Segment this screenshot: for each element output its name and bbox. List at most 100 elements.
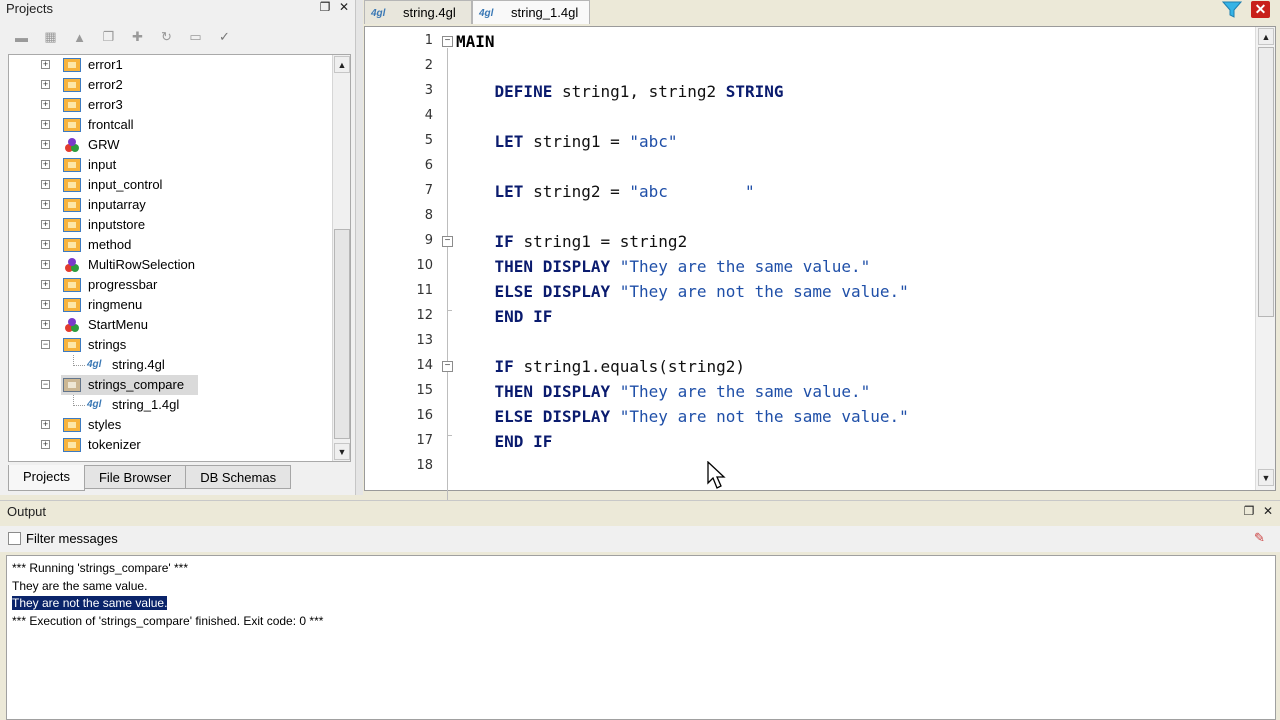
tree-item[interactable]: + tokenizer xyxy=(9,435,332,455)
group-icon xyxy=(63,318,81,332)
tree-item[interactable]: + error1 xyxy=(9,55,332,75)
scroll-down-icon[interactable]: ▼ xyxy=(1258,469,1274,486)
tree-item-label: MultiRowSelection xyxy=(88,257,195,272)
tree-item[interactable]: + GRW xyxy=(9,135,332,155)
copy-icon[interactable]: ❐ xyxy=(97,27,120,47)
add-file-icon[interactable]: ✚ xyxy=(126,27,149,47)
expand-icon[interactable]: + xyxy=(41,260,50,269)
tree-item-label: error3 xyxy=(88,97,123,112)
expand-icon[interactable]: + xyxy=(41,100,50,109)
tree-item[interactable]: + error3 xyxy=(9,95,332,115)
tree-item[interactable]: 4gl string.4gl xyxy=(9,355,332,375)
close-panel-icon[interactable]: ✕ xyxy=(1261,504,1275,518)
code-line[interactable]: DEFINE string1, string2 STRING xyxy=(456,82,784,101)
tree-item[interactable]: + progressbar xyxy=(9,275,332,295)
tree-item[interactable]: + input xyxy=(9,155,332,175)
fold-toggle-icon[interactable]: − xyxy=(442,361,453,372)
refresh-icon[interactable]: ↻ xyxy=(155,27,178,47)
tree-item[interactable]: + StartMenu xyxy=(9,315,332,335)
tree-item[interactable]: + MultiRowSelection xyxy=(9,255,332,275)
tree-item[interactable]: + styles xyxy=(9,415,332,435)
tree-scroll-thumb[interactable] xyxy=(334,229,350,439)
float-panel-icon[interactable]: ❐ xyxy=(1242,504,1256,518)
code-line[interactable]: ELSE DISPLAY "They are not the same valu… xyxy=(456,282,909,301)
expand-icon[interactable]: + xyxy=(41,60,50,69)
code-line[interactable]: THEN DISPLAY "They are the same value." xyxy=(456,382,871,401)
code-text: string1.equals(string2) xyxy=(523,357,745,376)
clear-output-icon[interactable]: ✎ xyxy=(1254,530,1265,546)
link-icon[interactable]: ▭ xyxy=(184,27,207,47)
output-line[interactable]: *** Execution of 'strings_compare' finis… xyxy=(12,614,323,628)
tree-item[interactable]: + inputarray xyxy=(9,195,332,215)
checkmark-icon[interactable]: ✓ xyxy=(213,27,236,47)
keyword: MAIN xyxy=(456,32,495,51)
fold-toggle-icon[interactable]: − xyxy=(442,236,453,247)
expand-icon[interactable]: + xyxy=(41,440,50,449)
expand-icon[interactable]: + xyxy=(41,180,50,189)
tree-item[interactable]: + error2 xyxy=(9,75,332,95)
filter-messages-checkbox[interactable] xyxy=(8,532,21,545)
scroll-up-icon[interactable]: ▲ xyxy=(334,56,350,73)
code-line[interactable]: THEN DISPLAY "They are the same value." xyxy=(456,257,871,276)
code-line[interactable]: IF string1 = string2 xyxy=(456,232,688,251)
code-line[interactable]: LET string2 = "abc " xyxy=(456,182,755,201)
expand-icon[interactable]: + xyxy=(41,280,50,289)
build-icon[interactable]: ▬ xyxy=(10,27,33,47)
fold-toggle-icon[interactable]: − xyxy=(442,36,453,47)
code-line[interactable]: END IF xyxy=(456,432,553,451)
filter-icon[interactable] xyxy=(1222,1,1242,18)
scroll-down-icon[interactable]: ▼ xyxy=(334,443,350,460)
scroll-up-icon[interactable]: ▲ xyxy=(1258,28,1274,45)
output-line[interactable]: They are the same value. xyxy=(12,579,147,593)
editor-scroll-thumb[interactable] xyxy=(1258,47,1274,317)
tree-scrollbar[interactable]: ▲ ▼ xyxy=(332,55,350,461)
tree-item[interactable]: + inputstore xyxy=(9,215,332,235)
import-icon[interactable]: ▲ xyxy=(68,27,91,47)
line-number: 2 xyxy=(424,58,433,73)
close-panel-icon[interactable]: ✕ xyxy=(337,0,351,14)
tree-item[interactable]: + method xyxy=(9,235,332,255)
output-line[interactable]: *** Running 'strings_compare' *** xyxy=(12,561,188,575)
folder-icon xyxy=(63,158,81,172)
tree-item[interactable]: + ringmenu xyxy=(9,295,332,315)
tree-item[interactable]: 4gl string_1.4gl xyxy=(9,395,332,415)
editor-scrollbar[interactable]: ▲ ▼ xyxy=(1255,27,1275,490)
collapse-icon[interactable]: − xyxy=(41,380,50,389)
code-line[interactable]: LET string1 = "abc" xyxy=(456,132,678,151)
new-project-icon[interactable]: ▦ xyxy=(39,27,62,47)
vertical-splitter[interactable] xyxy=(355,0,363,495)
code-line[interactable]: ELSE DISPLAY "They are not the same valu… xyxy=(456,407,909,426)
expand-icon[interactable]: + xyxy=(41,220,50,229)
tab-projects[interactable]: Projects xyxy=(8,465,85,491)
expand-icon[interactable]: + xyxy=(41,240,50,249)
expand-icon[interactable]: + xyxy=(41,80,50,89)
tree-item-label: inputstore xyxy=(88,217,146,232)
code-line[interactable]: MAIN xyxy=(456,32,495,51)
float-panel-icon[interactable]: ❐ xyxy=(318,0,332,14)
code-line[interactable]: END IF xyxy=(456,307,553,326)
tree-item[interactable]: − strings xyxy=(9,335,332,355)
tab-file-browser[interactable]: File Browser xyxy=(83,465,187,489)
tab-string-1-4gl[interactable]: 4gl string_1.4gl xyxy=(472,0,590,24)
collapse-icon[interactable]: − xyxy=(41,340,50,349)
output-line[interactable]: They are not the same value. xyxy=(12,596,168,610)
expand-icon[interactable]: + xyxy=(41,300,50,309)
code-editor[interactable]: 1 2 3 4 5 6 7 8 9 10 11 12 13 14 15 16 17 18− − − MAIN DEFI… xyxy=(364,26,1276,503)
project-tree[interactable]: + error1 + error2 + error3 + frontcall + GRW + inpu… xyxy=(8,54,351,462)
expand-icon[interactable]: + xyxy=(41,420,50,429)
output-messages[interactable]: *** Running 'strings_compare' *** They ar… xyxy=(6,555,1276,720)
tree-item[interactable]: + input_control xyxy=(9,175,332,195)
expand-icon[interactable]: + xyxy=(41,200,50,209)
tree-item[interactable]: − strings_compare xyxy=(9,375,332,395)
keyword: IF xyxy=(456,357,524,376)
code-line[interactable]: IF string1.equals(string2) xyxy=(456,357,745,376)
tab-string-4gl[interactable]: 4gl string.4gl xyxy=(364,0,472,24)
line-number: 10 xyxy=(416,258,433,273)
expand-icon[interactable]: + xyxy=(41,140,50,149)
close-document-button[interactable]: ✕ xyxy=(1251,1,1270,18)
tree-item[interactable]: + frontcall xyxy=(9,115,332,135)
expand-icon[interactable]: + xyxy=(41,160,50,169)
expand-icon[interactable]: + xyxy=(41,120,50,129)
expand-icon[interactable]: + xyxy=(41,320,50,329)
tab-db-schemas[interactable]: DB Schemas xyxy=(185,465,292,489)
